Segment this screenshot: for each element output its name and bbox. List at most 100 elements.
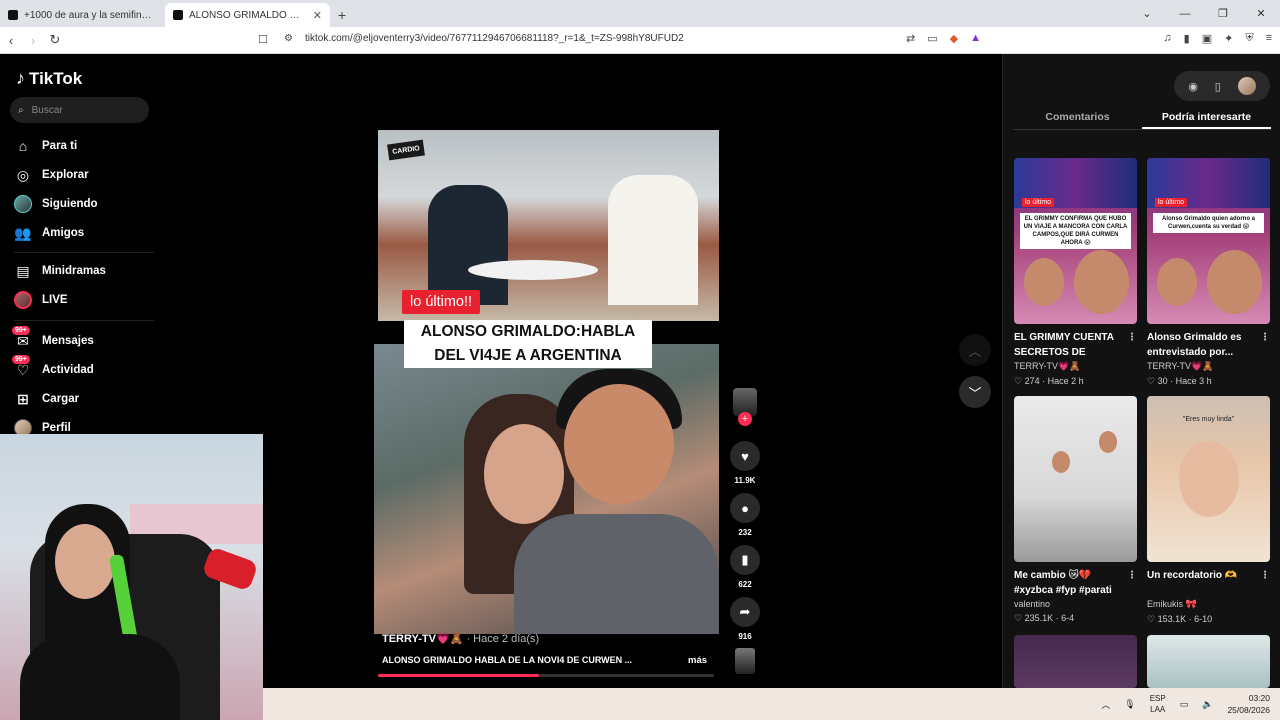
home-icon: ⌂: [18, 138, 28, 154]
browser-tab-bar: +1000 de aura y la semifinal! . #aura AL…: [0, 0, 1280, 27]
thumb-face: [1074, 250, 1129, 314]
follow-plus-icon[interactable]: +: [738, 412, 752, 426]
save-button[interactable]: ▮ 622: [730, 545, 760, 589]
search-input[interactable]: ⌕ Buscar: [10, 97, 149, 123]
like-button[interactable]: ♥ 11.9K: [730, 441, 760, 485]
card-author[interactable]: valentino: [1014, 599, 1137, 609]
bookmark-icon[interactable]: ☐: [258, 33, 268, 46]
thumb-caption: EL GRIMMY CONFIRMA QUE HUBO UN VIAJE A M…: [1020, 213, 1131, 249]
thumb-tag: lo último: [1022, 198, 1055, 207]
divider: [14, 252, 154, 253]
sidebar-toggle-icon[interactable]: ▮: [1184, 32, 1190, 45]
side-panel: ◉ ▯ Comentarios Podría interesarte lo úl…: [1002, 54, 1280, 688]
vpn-icon[interactable]: ⛨: [1245, 32, 1253, 45]
sidebar-item-mensajes[interactable]: ✉ 99+ Mensajes: [12, 326, 94, 350]
minimize-icon[interactable]: —: [1166, 0, 1204, 27]
restore-icon[interactable]: ❐: [1204, 0, 1242, 27]
close-tab-icon[interactable]: ✕: [313, 9, 322, 22]
sidebar-item-minidramas[interactable]: ▤ Minidramas: [14, 262, 106, 280]
microphone-icon[interactable]: 🎙: [1124, 699, 1135, 710]
video-player[interactable]: CARDIO lo último!! ALONSO GRIMALDO:HABLA…: [374, 130, 719, 675]
more-button[interactable]: más: [688, 655, 707, 666]
video-thumbnail: [1014, 635, 1137, 688]
sidebar-item-actividad[interactable]: ♡ 99+ Actividad: [12, 355, 94, 379]
close-window-icon[interactable]: ✕: [1242, 0, 1280, 27]
like-count: 11.9K: [734, 476, 756, 485]
tiktok-favicon-icon: [173, 10, 183, 20]
clock[interactable]: 03:20 25/08/2026: [1227, 692, 1270, 716]
sidebar-item-siguiendo[interactable]: Siguiendo: [14, 195, 98, 213]
translate-icon[interactable]: ⇄: [906, 32, 915, 45]
ai-icon[interactable]: ✦: [1224, 32, 1233, 45]
tab-list-icon[interactable]: ⌄: [1128, 0, 1166, 27]
recommended-video-card[interactable]: lo último EL GRIMMY CONFIRMA QUE HUBO UN…: [1014, 158, 1137, 387]
card-author[interactable]: TERRY-TV💗🧸: [1147, 361, 1270, 372]
sidebar-item-amigos[interactable]: 👥 Amigos: [14, 224, 84, 242]
thumb-face: [1024, 258, 1064, 306]
browser-tab-active[interactable]: ALONSO GRIMALDO HABLA ✕: [165, 3, 330, 27]
sound-disc-icon[interactable]: [735, 648, 755, 674]
tab-comentarios[interactable]: Comentarios: [1013, 106, 1142, 129]
cardio-logo: CARDIO: [387, 139, 425, 161]
webcam-streamer-face: [55, 524, 115, 599]
sidebar-item-label: Minidramas: [42, 265, 106, 277]
card-likes: 153.1K: [1157, 614, 1187, 624]
language-indicator[interactable]: ESP LAA: [1150, 693, 1166, 715]
network-icon[interactable]: ▭: [1180, 699, 1189, 710]
author-name[interactable]: TERRY-TV💗🧸: [382, 633, 463, 645]
video-progress-bar[interactable]: [378, 674, 714, 677]
recommended-video-card[interactable]: Me cambio 😿💔 #xyzbca #fyp #parati ⋮ vale…: [1014, 396, 1137, 624]
next-video-icon[interactable]: ﹀: [959, 376, 991, 408]
volume-icon[interactable]: 🔈: [1202, 699, 1213, 710]
bookmark-icon: ▮: [730, 545, 760, 575]
comment-count: 232: [738, 528, 752, 537]
sidebar-item-para-ti[interactable]: ⌂ Para ti: [14, 137, 77, 155]
comment-button[interactable]: ● 232: [730, 493, 760, 537]
wallet-icon[interactable]: ▣: [1202, 32, 1212, 45]
video-author[interactable]: TERRY-TV💗🧸 · Hace 2 día(s): [382, 632, 539, 645]
profile-avatar[interactable]: [1237, 77, 1256, 95]
sidebar-item-live[interactable]: LIVE: [14, 291, 68, 309]
more-options-icon[interactable]: ⋮: [1260, 568, 1270, 583]
recommended-video-card[interactable]: [1147, 635, 1270, 688]
site-info-icon[interactable]: ⚙: [284, 33, 293, 44]
card-author[interactable]: TERRY-TV💗🧸: [1014, 361, 1137, 372]
card-author[interactable]: Emikukis 🎀: [1147, 599, 1270, 610]
tiktok-logo[interactable]: ♪ TikTok: [16, 68, 82, 89]
compass-icon[interactable]: ◉: [1188, 80, 1198, 93]
clock-time: 03:20: [1248, 693, 1270, 703]
chevron-up-icon[interactable]: ︿: [1101, 698, 1110, 711]
music-icon[interactable]: ♫: [1163, 32, 1171, 45]
previous-video-icon[interactable]: ︿: [959, 334, 991, 366]
cast-icon[interactable]: ▭: [927, 32, 937, 45]
avatar-icon: [14, 195, 32, 213]
reload-icon[interactable]: ↻: [44, 32, 66, 48]
share-count: 916: [738, 632, 752, 641]
recommended-video-card[interactable]: [1014, 635, 1137, 688]
share-button[interactable]: ➦ 916: [730, 597, 760, 641]
phone-icon[interactable]: ▯: [1215, 80, 1221, 93]
sidebar-item-cargar[interactable]: ⊞ Cargar: [14, 390, 79, 408]
browser-tab[interactable]: +1000 de aura y la semifinal! . #aura: [0, 3, 165, 27]
video-thumbnail: [1014, 396, 1137, 562]
card-title: Un recordatorio 🫶 ⋮: [1147, 568, 1270, 598]
more-options-icon[interactable]: ⋮: [1260, 330, 1270, 345]
brave-shield-icon[interactable]: ◆: [950, 32, 958, 45]
recommended-video-card[interactable]: lo último Alonso Grimaldo quien adorno a…: [1147, 158, 1270, 387]
recommended-video-card[interactable]: "Eres muy linda" Un recordatorio 🫶 ⋮ Emi…: [1147, 396, 1270, 625]
comment-icon: ●: [730, 493, 760, 523]
sidebar-item-explorar[interactable]: ◎ Explorar: [14, 166, 89, 184]
forward-icon[interactable]: ›: [22, 33, 44, 48]
menu-icon[interactable]: ≡: [1266, 32, 1272, 45]
more-options-icon[interactable]: ⋮: [1127, 330, 1137, 345]
card-age: 6-10: [1194, 614, 1213, 624]
tab-title: +1000 de aura y la semifinal! . #aura: [24, 9, 157, 21]
url-field[interactable]: tiktok.com/@eljoventerry3/video/76771129…: [305, 33, 684, 44]
card-age: Hace 3 h: [1175, 376, 1212, 386]
back-icon[interactable]: ‹: [0, 33, 22, 48]
new-tab-icon[interactable]: +: [330, 3, 354, 27]
rewards-icon[interactable]: ▲: [970, 32, 981, 45]
more-options-icon[interactable]: ⋮: [1127, 568, 1137, 583]
tab-podria-interesarte[interactable]: Podría interesarte: [1142, 106, 1271, 129]
clock-date: 25/08/2026: [1227, 705, 1270, 715]
